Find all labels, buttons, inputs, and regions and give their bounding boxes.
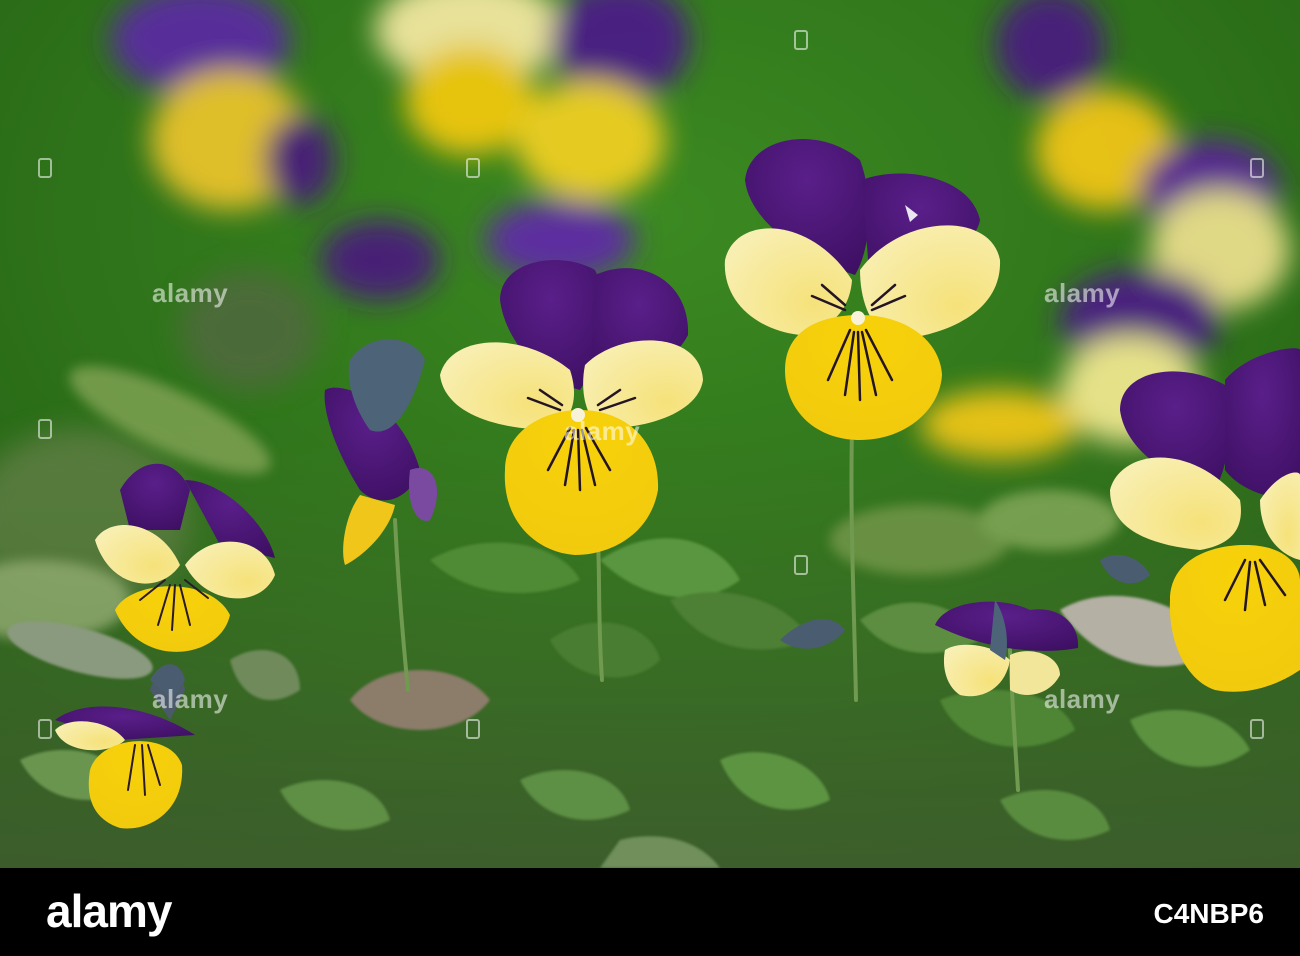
watermark-icon (38, 419, 52, 439)
watermark-text: alamy (1044, 278, 1121, 308)
watermark-icon (1250, 719, 1264, 739)
watermark-text: alamy (564, 416, 641, 446)
stock-photo-frame: alamy alamy alamy alamy alamy alamy C4NB… (0, 0, 1300, 956)
watermark-icon (794, 555, 808, 575)
watermark-icon (794, 30, 808, 50)
watermark-icon (38, 719, 52, 739)
watermark-icon (1250, 158, 1264, 178)
watermark-icon (38, 158, 52, 178)
viola-flowers-photo: alamy alamy alamy alamy alamy (0, 0, 1300, 868)
viola-flowers-illustration (0, 0, 1300, 868)
watermark-text: alamy (1044, 684, 1121, 714)
footer-bar (0, 868, 1300, 956)
watermark-text: alamy (152, 684, 229, 714)
alamy-logo: alamy (46, 885, 172, 937)
watermark-text: alamy (152, 278, 229, 308)
image-id-code: C4NBP6 (1153, 898, 1264, 929)
watermark-icon (466, 158, 480, 178)
watermark-icon (466, 719, 480, 739)
